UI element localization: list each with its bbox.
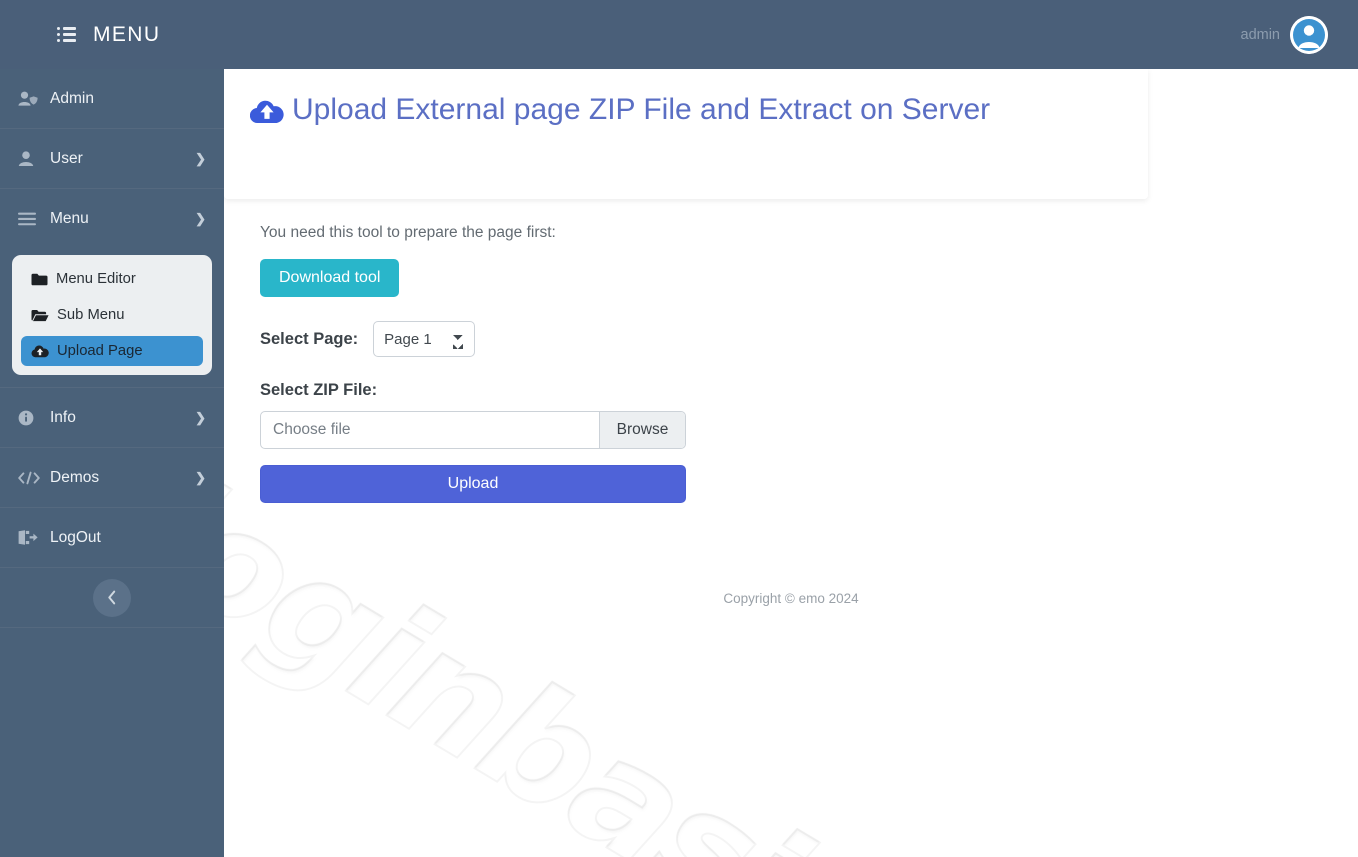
cloud-upload-icon xyxy=(31,345,49,358)
list-ul-icon xyxy=(57,27,76,42)
sidebar-subitem-label: Upload Page xyxy=(57,343,143,359)
info-circle-icon xyxy=(18,410,42,426)
page-title-text: Upload External page ZIP File and Extrac… xyxy=(292,93,991,126)
sidebar-navigation: Admin User ❯ Menu ❯ Menu Editor Sub Menu… xyxy=(0,69,224,857)
sidebar-item-label: Info xyxy=(50,408,76,426)
user-shield-icon xyxy=(18,91,42,107)
browse-button[interactable]: Browse xyxy=(599,412,685,448)
upload-form-section: You need this tool to prepare the page f… xyxy=(224,199,1358,503)
watermark-text: loginbasicdemo.com xyxy=(224,440,1358,857)
page-title-card: Upload External page ZIP File and Extrac… xyxy=(224,69,1148,199)
sidebar-item-demos[interactable]: Demos ❯ xyxy=(0,448,224,508)
sidebar-item-user[interactable]: User ❯ xyxy=(0,129,224,189)
sidebar-item-label: Admin xyxy=(50,89,94,107)
sidebar-item-admin[interactable]: Admin xyxy=(0,69,224,129)
cloud-upload-icon xyxy=(249,96,284,134)
select-zip-row: Select ZIP File: Choose file Browse Uplo… xyxy=(260,381,1322,503)
select-page-dropdown[interactable]: Page 1 xyxy=(373,321,476,357)
chevron-left-icon[interactable] xyxy=(93,578,131,617)
chevron-right-icon: ❯ xyxy=(195,409,206,425)
sidebar-item-label: Demos xyxy=(50,468,100,486)
download-tool-button[interactable]: Download tool xyxy=(260,259,400,297)
code-icon xyxy=(18,471,42,485)
helper-text: You need this tool to prepare the page f… xyxy=(260,224,556,241)
sidebar-item-menu[interactable]: Menu ❯ xyxy=(0,189,224,249)
sidebar-item-label: LogOut xyxy=(50,528,101,546)
menu-toggle-button[interactable]: MENU xyxy=(57,23,160,47)
sidebar-subitem-sub-menu[interactable]: Sub Menu xyxy=(21,300,203,330)
sign-out-icon xyxy=(18,530,42,545)
user-avatar-icon[interactable] xyxy=(1290,15,1328,54)
sidebar-item-label: Menu xyxy=(50,210,89,227)
select-page-label: Select Page: xyxy=(260,329,359,348)
main-content-area: loginbasicdemo.com Upload External page … xyxy=(224,69,1358,857)
sidebar-subitem-label: Sub Menu xyxy=(57,307,125,323)
topbar-user-area: admin xyxy=(1240,15,1328,54)
select-zip-label: Select ZIP File: xyxy=(260,381,378,399)
user-icon xyxy=(18,150,42,167)
folder-open-icon xyxy=(31,309,49,322)
sidebar-submenu-container: Menu Editor Sub Menu Upload Page xyxy=(0,255,224,388)
chevron-right-icon: ❯ xyxy=(195,150,206,166)
top-header-bar: MENU admin xyxy=(0,0,1358,69)
sidebar-submenu-panel: Menu Editor Sub Menu Upload Page xyxy=(12,255,212,375)
sidebar-item-label: User xyxy=(50,149,83,167)
sidebar-subitem-label: Menu Editor xyxy=(56,271,136,287)
copyright-footer: Copyright © emo 2024 xyxy=(723,591,859,606)
zip-file-input[interactable]: Choose file Browse xyxy=(260,411,686,449)
menu-toggle-label: MENU xyxy=(93,22,161,46)
sidebar-subitem-upload-page[interactable]: Upload Page xyxy=(21,336,203,366)
select-page-row: Select Page: Page 1 xyxy=(260,321,1322,357)
sidebar-item-logout[interactable]: LogOut xyxy=(0,508,224,568)
file-name-display: Choose file xyxy=(273,421,351,438)
sidebar-subitem-menu-editor[interactable]: Menu Editor xyxy=(21,264,203,294)
folder-icon xyxy=(31,273,48,286)
sidebar-item-info[interactable]: Info ❯ xyxy=(0,388,224,448)
page-title: Upload External page ZIP File and Extrac… xyxy=(249,91,1122,134)
bars-icon xyxy=(18,212,42,226)
sidebar-collapse-row xyxy=(0,568,224,628)
chevron-right-icon: ❯ xyxy=(195,469,206,485)
upload-button[interactable]: Upload xyxy=(260,465,686,503)
chevron-right-icon: ❯ xyxy=(195,211,206,226)
admin-username-label: admin xyxy=(1240,26,1281,43)
